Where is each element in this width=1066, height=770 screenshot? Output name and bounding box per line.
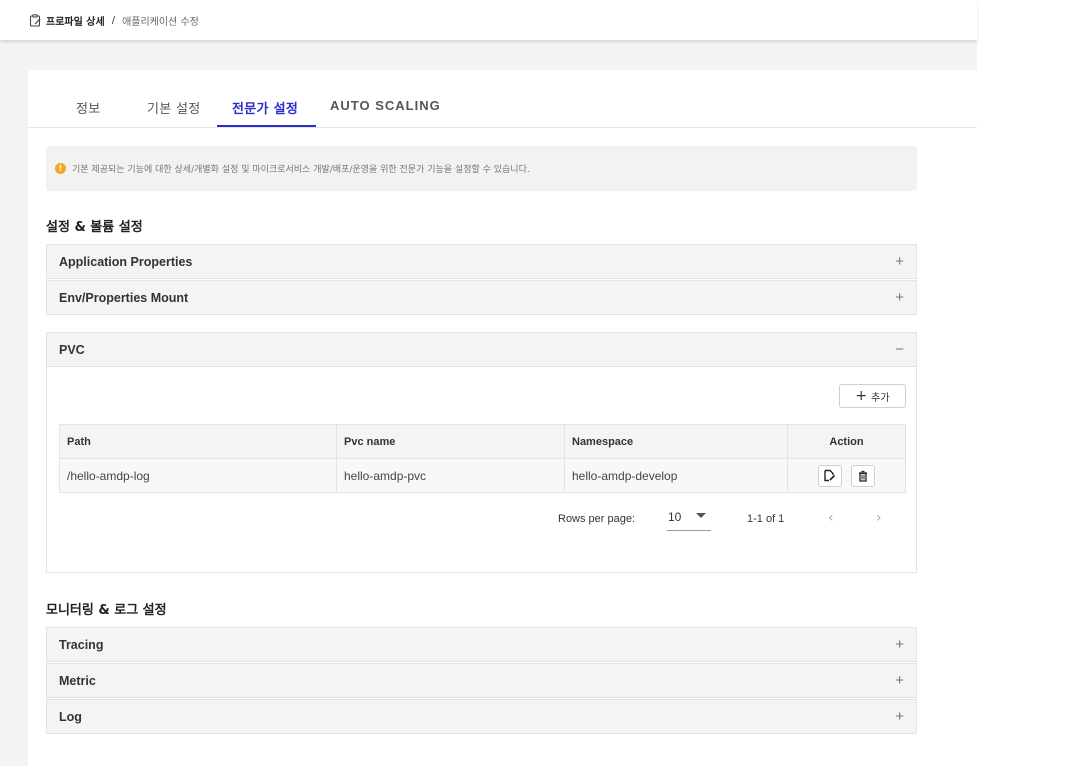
accordion-metric[interactable]: Metric + (46, 663, 917, 698)
collapse-icon[interactable]: − (895, 341, 904, 358)
accordion-label: Tracing (59, 637, 104, 652)
clipboard-edit-icon (29, 13, 42, 27)
accordion-label: Metric (59, 673, 96, 688)
accordion-label: PVC (59, 342, 85, 357)
add-pvc-button[interactable]: + 추가 (839, 384, 906, 408)
next-page-button[interactable]: › (876, 510, 882, 526)
rows-per-page-label: Rows per page: (558, 513, 636, 525)
expand-icon[interactable]: + (895, 289, 904, 306)
column-header-path[interactable]: Path (59, 424, 337, 459)
expand-icon[interactable]: + (895, 708, 904, 725)
plus-icon: + (855, 388, 868, 404)
monitoring-section-title: 모니터링 & 로그 설정 (46, 603, 167, 618)
prev-page-button[interactable]: ‹ (828, 510, 834, 526)
breadcrumb-separator: / (111, 14, 116, 26)
info-notice: ! 기본 제공되는 기능에 대한 상세/개별화 설정 및 마이크로서비스 개발/… (46, 146, 917, 191)
edit-button[interactable] (817, 464, 842, 487)
pvc-panel: + 추가 Path Pvc name Namespace Action /hel… (46, 367, 917, 573)
pagination-range: 1-1 of 1 (747, 513, 785, 525)
column-header-action: Action (787, 424, 906, 459)
table-row: /hello-amdp-log hello-amdp-pvc hello-amd… (59, 458, 906, 493)
trash-icon (859, 470, 868, 482)
expand-icon[interactable]: + (895, 253, 904, 270)
accordion-label: Log (59, 709, 82, 724)
cell-pvc-name: hello-amdp-pvc (336, 458, 565, 493)
accordion-log[interactable]: Log + (46, 699, 917, 734)
rows-per-page-value: 10 (668, 510, 682, 524)
accordion-env-properties-mount[interactable]: Env/Properties Mount + (46, 280, 917, 315)
tab-bar: 정보 기본 설정 전문가 설정 AUTO SCALING (28, 70, 977, 128)
edit-icon (824, 469, 836, 482)
tab-info[interactable]: 정보 (76, 98, 101, 117)
notice-text: 기본 제공되는 기능에 대한 상세/개별화 설정 및 마이크로서비스 개발/배포… (72, 165, 530, 175)
breadcrumb-root-link[interactable]: 프로파일 상세 (46, 13, 105, 28)
accordion-application-properties[interactable]: Application Properties + (46, 244, 917, 279)
column-header-namespace[interactable]: Namespace (564, 424, 788, 459)
table-header-row: Path Pvc name Namespace Action (59, 424, 906, 459)
tab-auto-scaling[interactable]: AUTO SCALING (330, 98, 441, 113)
cell-namespace: hello-amdp-develop (564, 458, 788, 493)
delete-button[interactable] (851, 464, 876, 487)
dropdown-caret-icon (696, 513, 706, 518)
accordion-pvc[interactable]: PVC − (46, 332, 917, 367)
active-tab-indicator (217, 125, 316, 127)
cell-actions (787, 458, 906, 493)
add-button-label: 추가 (871, 392, 890, 404)
column-header-pvc-name[interactable]: Pvc name (336, 424, 565, 459)
accordion-tracing[interactable]: Tracing + (46, 627, 917, 662)
breadcrumb-current: 애플리케이션 수정 (122, 16, 199, 28)
content-card: 정보 기본 설정 전문가 설정 AUTO SCALING ! 기본 제공되는 기… (28, 70, 977, 770)
rows-per-page-select[interactable]: 10 (667, 507, 711, 531)
expand-icon[interactable]: + (895, 636, 904, 653)
expand-icon[interactable]: + (895, 672, 904, 689)
cell-path: /hello-amdp-log (59, 458, 337, 493)
settings-section-title: 설정 & 볼륨 설정 (46, 220, 143, 235)
info-icon: ! (55, 163, 66, 174)
tab-basic-settings[interactable]: 기본 설정 (147, 98, 200, 117)
tab-expert-settings[interactable]: 전문가 설정 (232, 98, 298, 117)
accordion-label: Env/Properties Mount (59, 290, 189, 305)
pvc-table: Path Pvc name Namespace Action /hello-am… (59, 424, 906, 493)
accordion-label: Application Properties (59, 254, 193, 269)
breadcrumb: 프로파일 상세 / 애플리케이션 수정 (0, 0, 977, 40)
